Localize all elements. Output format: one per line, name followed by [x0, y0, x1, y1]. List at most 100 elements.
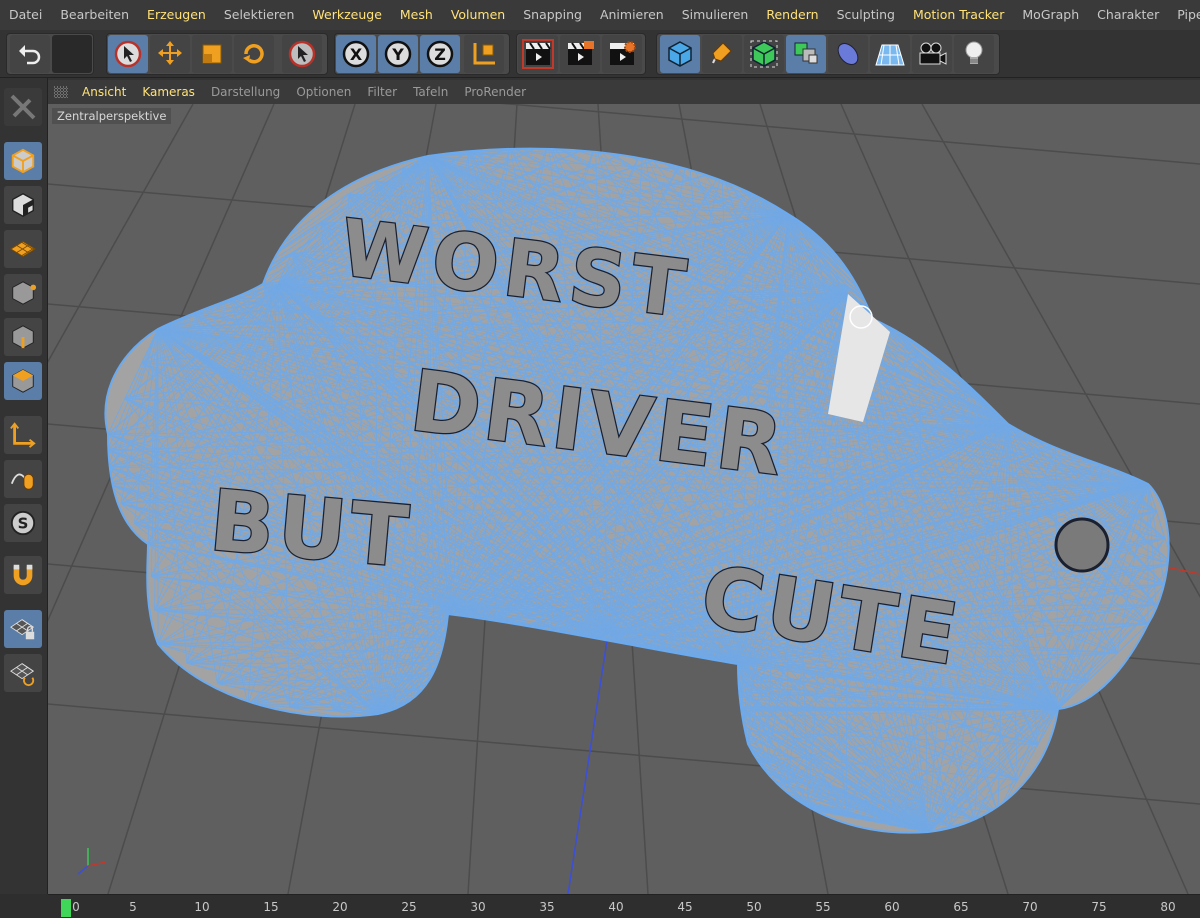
undo-button[interactable] [10, 35, 50, 73]
make-editable-button[interactable] [4, 88, 42, 126]
menu-mesh[interactable]: Mesh [391, 0, 442, 30]
menu-animieren[interactable]: Animieren [591, 0, 673, 30]
timeline-tick: 80 [1160, 900, 1176, 914]
viewport-camera-label: Zentralperspektive [52, 108, 172, 124]
menu-erzeugen[interactable]: Erzeugen [138, 0, 215, 30]
viewport-menu-optionen[interactable]: Optionen [288, 85, 359, 99]
axis-x-icon: X [342, 40, 370, 68]
axis-mode-button[interactable] [4, 416, 42, 454]
axis-z-icon: Z [426, 40, 454, 68]
render-picture-viewer-button[interactable] [560, 35, 600, 73]
edges-mode-button[interactable] [4, 318, 42, 356]
menu-rendern[interactable]: Rendern [757, 0, 827, 30]
coordinate-system-button[interactable] [464, 35, 504, 73]
scale-tool-button[interactable] [192, 35, 232, 73]
axis-y-button[interactable]: Y [378, 35, 418, 73]
move-icon [158, 41, 182, 65]
model-mode-button[interactable] [4, 142, 42, 180]
timeline-tick: 40 [608, 900, 624, 914]
mouse-icon [10, 473, 34, 490]
viewport-menu-prorender[interactable]: ProRender [456, 85, 534, 99]
light-button[interactable] [954, 35, 994, 73]
points-cube-icon [12, 281, 37, 305]
left-footer [0, 894, 48, 918]
axis-z-button[interactable]: Z [420, 35, 460, 73]
select-tool-button[interactable] [108, 35, 148, 73]
subdivision-surface-button[interactable] [744, 35, 784, 73]
rotate-icon [243, 44, 264, 64]
snap-s-icon: S [10, 510, 36, 536]
clapboard-viewer-icon [568, 41, 594, 65]
scale-icon [202, 44, 222, 64]
main-toolbar: X Y Z [0, 30, 1200, 78]
timeline-tick: 50 [746, 900, 762, 914]
3d-viewport[interactable]: Zentralperspektive WORST DRIVER BUT CUTE [48, 104, 1200, 894]
menu-datei[interactable]: Datei [0, 0, 51, 30]
edges-cube-icon [12, 325, 34, 349]
magnet-snap-button[interactable] [4, 556, 42, 594]
axis-y-icon: Y [384, 40, 412, 68]
timeline-tick: 20 [332, 900, 348, 914]
menu-bearbeiten[interactable]: Bearbeiten [51, 0, 138, 30]
timeline-tick: 25 [401, 900, 417, 914]
last-tool-button[interactable] [282, 35, 322, 73]
menu-charakter[interactable]: Charakter [1088, 0, 1168, 30]
cube-object-button[interactable] [660, 35, 700, 73]
timeline-tick: 60 [884, 900, 900, 914]
menu-volumen[interactable]: Volumen [442, 0, 514, 30]
timeline-tick: 35 [539, 900, 555, 914]
menu-sculpting[interactable]: Sculpting [828, 0, 904, 30]
svg-text:Z: Z [434, 45, 446, 64]
menu-selektieren[interactable]: Selektieren [215, 0, 304, 30]
menu-simulieren[interactable]: Simulieren [673, 0, 758, 30]
rotate-tool-button[interactable] [234, 35, 274, 73]
viewport-menu-tafeln[interactable]: Tafeln [405, 85, 456, 99]
menu-pipeline[interactable]: Pipelin [1168, 0, 1200, 30]
model-cube-icon [11, 148, 35, 174]
clapboard-icon [522, 39, 554, 69]
tweak-mode-button[interactable] [4, 460, 42, 498]
main-menubar: Datei Bearbeiten Erzeugen Selektieren We… [0, 0, 1200, 30]
timeline-tick: 65 [953, 900, 969, 914]
lock-workplane-button[interactable] [4, 610, 42, 648]
locked-grid-icon [10, 619, 35, 640]
timeline-ruler[interactable]: 0 5 10 15 20 25 30 35 40 45 50 55 60 65 … [48, 894, 1200, 918]
viewport-menu-filter[interactable]: Filter [359, 85, 405, 99]
viewport-menu-darstellung[interactable]: Darstellung [203, 85, 288, 99]
workplane-mode-button[interactable] [4, 230, 42, 268]
array-generator-button[interactable] [786, 35, 826, 73]
array-cubes-icon [794, 42, 818, 64]
redo-button[interactable] [52, 35, 92, 73]
snap-button[interactable]: S [4, 504, 42, 542]
menu-werkzeuge[interactable]: Werkzeuge [303, 0, 391, 30]
axis-corner-icon [10, 422, 36, 448]
render-settings-button[interactable] [602, 35, 642, 73]
axis-x-button[interactable]: X [336, 35, 376, 73]
text-but: BUT [206, 471, 415, 586]
viewport-menu-ansicht[interactable]: Ansicht [74, 85, 134, 99]
panel-grip-icon[interactable] [54, 86, 68, 98]
magnet-icon [13, 564, 33, 586]
camera-button[interactable] [912, 35, 952, 73]
deformer-button[interactable] [828, 35, 868, 73]
menu-mograph[interactable]: MoGraph [1013, 0, 1088, 30]
menu-snapping[interactable]: Snapping [514, 0, 591, 30]
floor-button[interactable] [870, 35, 910, 73]
svg-text:X: X [350, 45, 363, 64]
polygons-mode-button[interactable] [4, 362, 42, 400]
viewport-menu-kameras[interactable]: Kameras [134, 85, 203, 99]
timeline-tick: 5 [129, 900, 137, 914]
move-tool-button[interactable] [150, 35, 190, 73]
pen-spline-button[interactable] [702, 35, 742, 73]
planar-workplane-button[interactable] [4, 654, 42, 692]
polygons-cube-icon [12, 369, 34, 393]
svg-text:Y: Y [391, 45, 404, 64]
texture-mode-button[interactable] [4, 186, 42, 224]
menu-motion-tracker[interactable]: Motion Tracker [904, 0, 1013, 30]
current-frame-marker[interactable] [61, 899, 71, 917]
timeline-tick: 10 [194, 900, 210, 914]
viewport-menubar: Ansicht Kameras Darstellung Optionen Fil… [48, 80, 1200, 104]
points-mode-button[interactable] [4, 274, 42, 312]
timeline-tick: 75 [1091, 900, 1107, 914]
render-view-button[interactable] [518, 35, 558, 73]
